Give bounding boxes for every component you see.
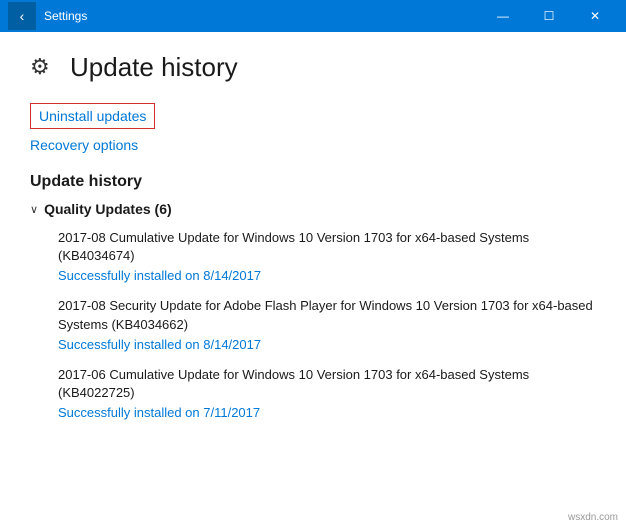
update-history-section: Update history ∨ Quality Updates (6) 201… [30, 173, 596, 420]
update-item: 2017-08 Cumulative Update for Windows 10… [58, 229, 596, 283]
page-title: Update history [70, 52, 238, 83]
quality-updates-category[interactable]: ∨ Quality Updates (6) [30, 201, 596, 217]
links-section: Uninstall updates Recovery options [30, 103, 596, 153]
update-name: 2017-08 Security Update for Adobe Flash … [58, 297, 596, 333]
update-item: 2017-06 Cumulative Update for Windows 10… [58, 366, 596, 420]
window-controls: — ☐ ✕ [480, 0, 618, 32]
main-content: ⚙ Update history Uninstall updates Recov… [0, 32, 626, 527]
update-status[interactable]: Successfully installed on 8/14/2017 [58, 337, 596, 352]
recovery-options-link[interactable]: Recovery options [30, 137, 596, 153]
page-header: ⚙ Update history [30, 52, 596, 83]
title-bar-left: ‹ Settings [8, 2, 87, 30]
maximize-button[interactable]: ☐ [526, 0, 572, 32]
update-status[interactable]: Successfully installed on 7/11/2017 [58, 405, 596, 420]
back-icon: ‹ [20, 8, 25, 24]
close-button[interactable]: ✕ [572, 0, 618, 32]
minimize-button[interactable]: — [480, 0, 526, 32]
update-item: 2017-08 Security Update for Adobe Flash … [58, 297, 596, 351]
uninstall-updates-link[interactable]: Uninstall updates [30, 103, 155, 129]
gear-icon: ⚙ [30, 54, 58, 82]
titlebar-title: Settings [44, 9, 87, 23]
chevron-down-icon: ∨ [30, 203, 38, 216]
update-status[interactable]: Successfully installed on 8/14/2017 [58, 268, 596, 283]
update-name: 2017-06 Cumulative Update for Windows 10… [58, 366, 596, 402]
watermark: wsxdn.com [568, 512, 618, 523]
title-bar: ‹ Settings — ☐ ✕ [0, 0, 626, 32]
update-history-title: Update history [30, 173, 596, 191]
back-button[interactable]: ‹ [8, 2, 36, 30]
update-name: 2017-08 Cumulative Update for Windows 10… [58, 229, 596, 265]
category-label: Quality Updates (6) [44, 201, 172, 217]
